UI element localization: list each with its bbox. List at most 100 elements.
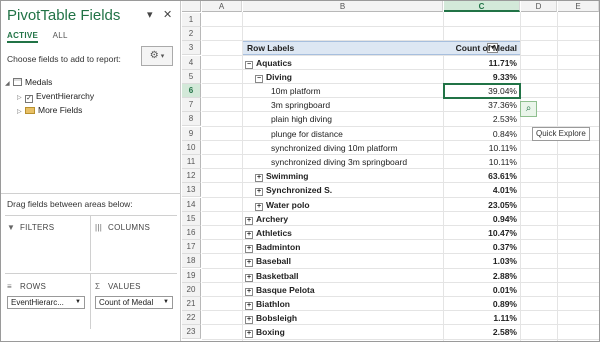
field-item-eventhierarchy[interactable]: ▷ ✓ EventHierarchy: [5, 89, 94, 103]
pivot-value-cell[interactable]: 23.05%: [444, 198, 520, 212]
columns-area[interactable]: ||| COLUMNS: [95, 223, 150, 232]
expand-icon[interactable]: +: [245, 245, 253, 254]
row-header[interactable]: 2: [182, 27, 201, 42]
expand-icon[interactable]: +: [245, 259, 253, 268]
row-header[interactable]: 11: [182, 155, 201, 169]
pivot-row-label[interactable]: + Boxing: [243, 325, 443, 339]
row-header[interactable]: 6: [182, 84, 201, 98]
row-header[interactable]: 12: [182, 169, 201, 184]
pivot-value-cell[interactable]: 9.33%: [444, 70, 520, 84]
tab-all[interactable]: ALL: [53, 31, 68, 40]
row-header[interactable]: 9: [182, 126, 201, 141]
pivot-row-label[interactable]: + Synchronized S.: [243, 183, 443, 197]
row-header[interactable]: 17: [182, 240, 201, 255]
row-header[interactable]: 5: [182, 69, 201, 84]
pivot-row-label[interactable]: synchronized diving 3m springboard: [243, 155, 443, 169]
pivot-row-label[interactable]: + Athletics: [243, 226, 443, 240]
collapse-icon[interactable]: −: [255, 74, 263, 83]
row-labels-header[interactable]: Row Labels ▾: [243, 41, 498, 55]
pivot-row-label[interactable]: + Biathlon: [243, 297, 443, 311]
field-item-medals[interactable]: ◢ Medals: [5, 75, 94, 89]
checkbox-checked-icon[interactable]: ✓: [25, 95, 33, 103]
expand-triangle-icon[interactable]: ▷: [17, 105, 25, 119]
values-area[interactable]: Σ VALUES: [95, 282, 141, 291]
pivot-value-cell[interactable]: 1.11%: [444, 311, 520, 325]
column-header-c[interactable]: C: [444, 1, 520, 12]
row-header[interactable]: 21: [182, 297, 201, 311]
pivot-row-label[interactable]: + Basketball: [243, 269, 443, 283]
pivot-value-cell[interactable]: 39.04%: [444, 84, 520, 98]
pivot-row-label[interactable]: + Badminton: [243, 240, 443, 254]
pivot-value-cell[interactable]: 2.88%: [444, 269, 520, 283]
row-header[interactable]: 10: [182, 140, 201, 155]
pivot-value-cell[interactable]: 10.47%: [444, 226, 520, 240]
close-icon[interactable]: ✕: [163, 8, 172, 21]
column-header-a[interactable]: A: [202, 1, 242, 12]
pivot-value-cell[interactable]: 0.37%: [444, 240, 520, 254]
column-header-b[interactable]: B: [243, 1, 443, 12]
pivot-value-cell[interactable]: 11.71%: [444, 56, 520, 70]
pivot-row-label[interactable]: + Basque Pelota: [243, 283, 443, 297]
value-header[interactable]: Count of Medal: [444, 41, 520, 55]
row-header[interactable]: 4: [182, 55, 201, 70]
pivot-row-label[interactable]: + Archery: [243, 212, 443, 226]
row-header[interactable]: 20: [182, 282, 201, 297]
pivot-value-cell[interactable]: 0.01%: [444, 283, 520, 297]
tab-active[interactable]: ACTIVE: [7, 31, 39, 43]
pivot-value-cell[interactable]: 10.11%: [444, 141, 520, 155]
expand-icon[interactable]: +: [245, 287, 253, 296]
pivot-value-cell[interactable]: 1.03%: [444, 254, 520, 268]
pivot-row-label[interactable]: 10m platform: [243, 84, 443, 98]
row-header[interactable]: 22: [182, 311, 201, 326]
expand-icon[interactable]: +: [245, 231, 253, 239]
row-header[interactable]: 15: [182, 211, 201, 226]
field-settings-button[interactable]: ⚙ ▾: [141, 46, 173, 66]
pivot-row-label[interactable]: + Water polo: [243, 198, 443, 212]
row-header[interactable]: 8: [182, 112, 201, 127]
quick-explore-button[interactable]: ⌕: [520, 101, 537, 117]
pivot-row-label[interactable]: + Baseball: [243, 254, 443, 268]
pivot-value-cell[interactable]: 63.61%: [444, 169, 520, 183]
expand-icon[interactable]: +: [255, 174, 263, 183]
row-header[interactable]: 3: [182, 41, 201, 56]
pivot-value-cell[interactable]: 4.01%: [444, 183, 520, 197]
pivot-row-label[interactable]: 3m springboard: [243, 98, 443, 112]
column-header-e[interactable]: E: [558, 1, 599, 12]
rows-field-eventhierarchy[interactable]: EventHierarc... ▼: [7, 296, 85, 309]
pivot-value-cell[interactable]: 0.84%: [444, 127, 520, 141]
column-header-d[interactable]: D: [521, 1, 557, 12]
row-header[interactable]: 16: [182, 226, 201, 240]
pivot-row-label[interactable]: plunge for distance: [243, 127, 443, 141]
chevron-down-icon[interactable]: ▾: [147, 8, 153, 21]
pivot-value-cell[interactable]: 0.89%: [444, 297, 520, 311]
row-header[interactable]: 13: [182, 183, 201, 198]
expand-icon[interactable]: +: [255, 202, 263, 211]
expand-icon[interactable]: +: [245, 273, 253, 282]
pivot-row-label[interactable]: + Bobsleigh: [243, 311, 443, 325]
worksheet-grid[interactable]: A B C D E 1 2 3 Row Labels ▾ Count of Medal 4−…: [182, 1, 599, 341]
row-header[interactable]: 18: [182, 254, 201, 269]
select-all-corner[interactable]: [182, 1, 201, 12]
pivot-row-label[interactable]: − Diving: [243, 70, 443, 84]
row-header[interactable]: 7: [182, 98, 201, 113]
pivot-row-label[interactable]: − Aquatics: [243, 56, 443, 70]
expand-icon[interactable]: +: [245, 316, 253, 325]
row-header[interactable]: 23: [182, 325, 201, 340]
pivot-value-cell[interactable]: 2.53%: [444, 112, 520, 126]
collapse-icon[interactable]: −: [245, 60, 253, 69]
row-header[interactable]: 14: [182, 197, 201, 212]
pivot-value-cell[interactable]: 0.94%: [444, 212, 520, 226]
pivot-value-cell[interactable]: 2.58%: [444, 325, 520, 339]
row-header[interactable]: 19: [182, 268, 201, 283]
rows-area[interactable]: ≡ ROWS: [7, 282, 46, 291]
pivot-value-cell[interactable]: 10.11%: [444, 155, 520, 169]
expand-icon[interactable]: +: [245, 302, 253, 310]
pivot-value-cell[interactable]: 37.36%: [444, 98, 520, 112]
expand-icon[interactable]: +: [255, 188, 263, 197]
row-header[interactable]: 1: [182, 13, 201, 27]
values-field-count-of-medal[interactable]: Count of Medal ▼: [95, 296, 173, 309]
filters-area[interactable]: ▼ FILTERS: [7, 223, 54, 232]
expand-icon[interactable]: +: [245, 330, 253, 339]
pivot-row-label[interactable]: plain high diving: [243, 112, 443, 126]
pivot-row-label[interactable]: synchronized diving 10m platform: [243, 141, 443, 155]
